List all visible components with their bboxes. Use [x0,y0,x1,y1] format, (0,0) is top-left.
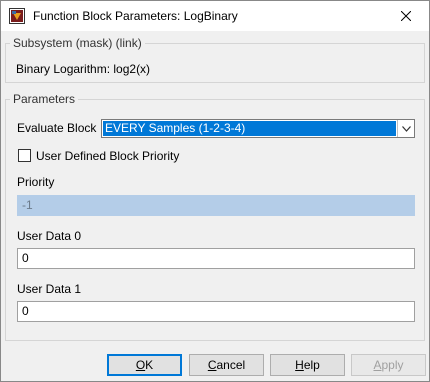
ok-button-mnemonic: O [135,358,146,372]
cancel-button-post: ancel [216,358,246,372]
user-priority-checkbox[interactable] [18,149,31,162]
mask-description: Binary Logarithm: log2(x) [16,62,151,76]
user-priority-checkbox-label[interactable]: User Defined Block Priority [36,149,179,163]
evaluate-block-select[interactable]: EVERY Samples (1-2-3-4) [101,119,415,138]
mask-group-legend: Subsystem (mask) (link) [10,36,145,50]
close-button[interactable] [383,1,429,31]
priority-field: -1 [17,195,415,216]
chevron-down-icon [401,125,411,132]
close-icon [401,11,411,21]
title-bar[interactable]: Function Block Parameters: LogBinary [1,1,429,31]
ok-button[interactable]: OK [107,354,182,376]
window-title: Function Block Parameters: LogBinary [33,9,238,23]
priority-label: Priority [17,175,55,189]
user-data0-field[interactable]: 0 [17,248,415,269]
user-data0-label: User Data 0 [17,229,82,243]
ok-button-post: K [145,358,154,372]
evaluate-block-selected-value: EVERY Samples (1-2-3-4) [103,121,396,136]
dialog-window: Function Block Parameters: LogBinary Sub… [0,0,430,382]
mask-group: Subsystem (mask) (link) Binary Logarithm… [5,36,425,83]
apply-button-mnemonic: A [373,358,382,372]
select-arrow[interactable] [397,120,414,137]
evaluate-block-label: Evaluate Block [17,121,97,135]
help-button[interactable]: Help [270,354,345,376]
apply-button[interactable]: Apply [351,354,426,376]
cancel-button[interactable]: Cancel [189,354,264,376]
user-data1-label: User Data 1 [17,282,82,296]
apply-button-post: pply [381,358,404,372]
help-button-post: elp [303,358,320,372]
simulink-block-icon [9,8,25,24]
user-data1-field[interactable]: 0 [17,301,415,322]
parameters-group-legend: Parameters [10,92,79,106]
help-button-mnemonic: H [295,358,304,372]
